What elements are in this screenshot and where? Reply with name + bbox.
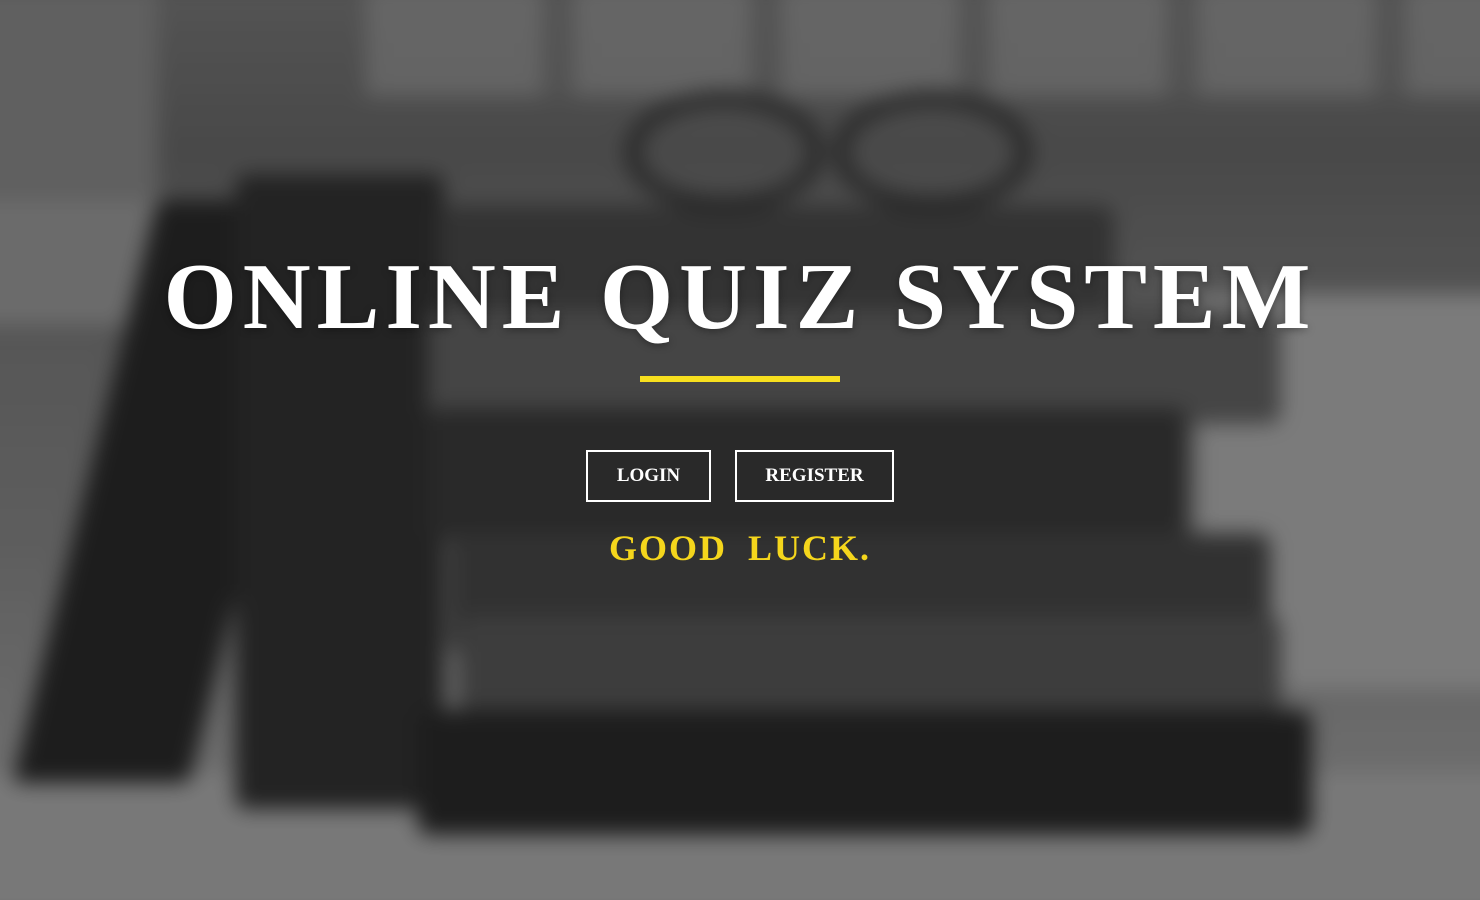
page-title: ONLINE QUIZ SYSTEM	[163, 245, 1317, 349]
register-button[interactable]: REGISTER	[735, 450, 894, 502]
tagline-text: GOOD LUCK.	[608, 528, 871, 568]
landing-hero: ONLINE QUIZ SYSTEM LOGIN REGISTER GOOD L…	[0, 0, 1480, 900]
login-button[interactable]: LOGIN	[586, 450, 711, 502]
title-divider	[640, 376, 840, 382]
hero-content: ONLINE QUIZ SYSTEM LOGIN REGISTER GOOD L…	[0, 0, 1480, 900]
